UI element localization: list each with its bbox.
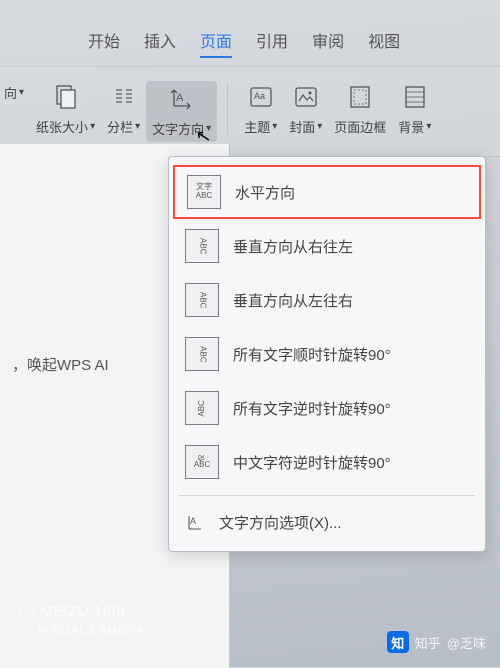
text-direction-button[interactable]: A 文字方向▾ (146, 81, 217, 142)
columns-button[interactable]: 分栏▾ (101, 81, 146, 138)
orientation-button[interactable]: 向▾ (4, 81, 30, 104)
dd-horizontal[interactable]: 文字ABC 水平方向 (173, 165, 481, 219)
rotate-ccw-icon: ABC (185, 391, 219, 425)
zhihu-text: 知乎 (415, 633, 441, 652)
columns-icon (110, 83, 138, 111)
brand-text: ◯ MEIZU 16th (18, 601, 144, 622)
vertical-rtl-icon: ABC (185, 229, 219, 263)
zhihu-watermark: 知 知乎 @乏味 (387, 631, 486, 653)
vertical-ltr-icon: ABC (185, 283, 219, 317)
text-direction-icon: A (168, 85, 196, 113)
page-border-icon (346, 83, 374, 111)
dd-vertical-rtl[interactable]: ABC 垂直方向从右往左 (169, 219, 485, 273)
background-icon (401, 83, 429, 111)
cover-icon (292, 83, 320, 111)
tab-page[interactable]: 页面 (200, 28, 232, 58)
theme-button[interactable]: Aa 主题▾ (238, 81, 283, 138)
dd-vertical-ltr[interactable]: ABC 垂直方向从左往右 (169, 273, 485, 327)
rotate-cw-icon: ABC (185, 337, 219, 371)
dd-options[interactable]: A 文字方向选项(X)... (169, 502, 485, 543)
text-direction-dropdown: 文字ABC 水平方向 ABC 垂直方向从右往左 ABC 垂直方向从左往右 ABC… (168, 156, 486, 552)
tab-insert[interactable]: 插入 (144, 28, 176, 58)
chevron-down-icon: ▾ (19, 87, 24, 98)
dd-label: 水平方向 (235, 182, 295, 203)
chevron-down-icon: ▾ (135, 121, 140, 132)
chevron-down-icon: ▾ (90, 121, 95, 132)
cjk-ccw-icon: 仅ABC (185, 445, 219, 479)
tab-reference[interactable]: 引用 (256, 28, 288, 58)
chevron-down-icon: ▾ (206, 123, 211, 134)
chevron-down-icon: ▾ (426, 121, 431, 132)
dd-cjk-ccw[interactable]: 仅ABC 中文字符逆时针旋转90° (169, 435, 485, 489)
ribbon-tabs: 开始 插入 页面 引用 审阅 视图 (0, 0, 500, 66)
dd-label: 中文字符逆时针旋转90° (233, 452, 391, 473)
svg-text:A: A (190, 516, 196, 526)
dd-rotate-cw[interactable]: ABC 所有文字顺时针旋转90° (169, 327, 485, 381)
svg-text:Aa: Aa (254, 91, 265, 101)
dd-label: 文字方向选项(X)... (219, 512, 342, 533)
theme-icon: Aa (247, 83, 275, 111)
toolbar-separator (227, 83, 228, 135)
background-button[interactable]: 背景▾ (392, 81, 437, 138)
svg-text:A: A (176, 92, 184, 104)
tab-start[interactable]: 开始 (88, 28, 120, 58)
chevron-down-icon: ▾ (272, 121, 277, 132)
cover-button[interactable]: 封面▾ (283, 81, 328, 138)
tab-review[interactable]: 审阅 (312, 28, 344, 58)
doc-hint-text: ，唤起WPS AI (12, 357, 109, 374)
dd-label: 垂直方向从右往左 (233, 236, 353, 257)
dd-label: 所有文字逆时针旋转90° (233, 398, 391, 419)
dd-label: 所有文字顺时针旋转90° (233, 344, 391, 365)
chevron-down-icon: ▾ (317, 121, 322, 132)
author-text: @乏味 (447, 633, 486, 652)
zhihu-logo-icon: 知 (387, 631, 409, 653)
dd-rotate-ccw[interactable]: ABC 所有文字逆时针旋转90° (169, 381, 485, 435)
camera-watermark: ◯ MEIZU 16th AI DUAL CAMERA (18, 601, 144, 639)
camera-sub: AI DUAL CAMERA (36, 622, 144, 639)
horizontal-icon: 文字ABC (187, 175, 221, 209)
paper-size-icon (52, 83, 80, 111)
page-border-button[interactable]: 页面边框 (328, 81, 392, 138)
dd-label: 垂直方向从左往右 (233, 290, 353, 311)
paper-size-button[interactable]: 纸张大小▾ (30, 81, 101, 138)
text-direction-options-icon: A (185, 513, 205, 533)
dropdown-separator (179, 495, 475, 496)
tab-view[interactable]: 视图 (368, 28, 400, 58)
